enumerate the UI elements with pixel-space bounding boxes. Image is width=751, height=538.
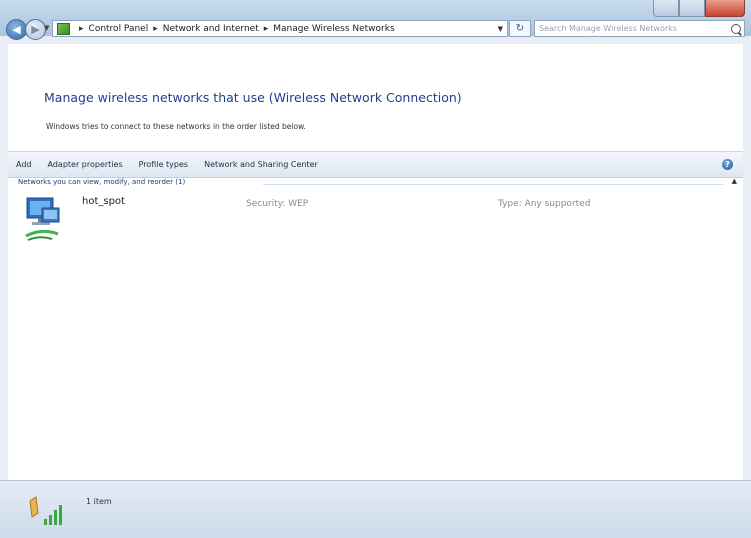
navigation-bar: ◀ ▶ ▼ ▸ Control Panel ▸ Network and Inte… — [0, 18, 751, 40]
page-subtitle: Windows tries to connect to these networ… — [46, 122, 306, 131]
breadcrumb-separator[interactable]: ▸ — [153, 24, 158, 34]
collapse-chevron-icon[interactable]: ▲ — [732, 177, 737, 185]
network-name: hot_spot — [82, 196, 125, 207]
window-controls — [653, 0, 745, 17]
group-label: Networks you can view, modify, and reord… — [18, 178, 186, 186]
wireless-signal-icon — [29, 496, 62, 525]
breadcrumb-control-panel[interactable]: Control Panel — [89, 24, 149, 34]
network-type: Type: Any supported — [498, 199, 591, 209]
address-bar[interactable]: ▸ Control Panel ▸ Network and Internet ▸… — [52, 20, 508, 37]
breadcrumb-separator[interactable]: ▸ — [264, 24, 269, 34]
control-panel-icon — [57, 22, 70, 35]
breadcrumb-manage-wireless-networks[interactable]: Manage Wireless Networks — [273, 24, 394, 34]
search-icon[interactable] — [731, 23, 741, 34]
search-box[interactable] — [534, 20, 745, 37]
forward-button[interactable]: ▶ — [25, 19, 46, 40]
recent-pages-dropdown[interactable]: ▼ — [44, 24, 49, 32]
group-header[interactable]: Networks you can view, modify, and reord… — [8, 177, 743, 190]
profile-types-button[interactable]: Profile types — [131, 160, 196, 169]
content-pane: Manage wireless networks that use (Wirel… — [8, 44, 743, 524]
back-button[interactable]: ◀ — [6, 19, 27, 40]
adapter-properties-button[interactable]: Adapter properties — [40, 160, 131, 169]
minimize-button[interactable] — [653, 0, 679, 17]
help-icon[interactable]: ? — [722, 159, 733, 170]
search-input[interactable] — [535, 23, 721, 34]
maximize-button[interactable] — [679, 0, 705, 17]
refresh-button[interactable]: ↻ — [509, 20, 531, 37]
list-item[interactable]: hot_spot Security: WEP Type: Any support… — [8, 192, 743, 248]
page-title: Manage wireless networks that use (Wirel… — [44, 90, 462, 105]
breadcrumb-network-and-internet[interactable]: Network and Internet — [163, 24, 259, 34]
group-divider — [263, 184, 723, 185]
wireless-network-icon — [25, 197, 60, 241]
address-dropdown[interactable]: ▼ — [494, 25, 507, 33]
details-pane: 1 item — [0, 480, 751, 538]
add-button[interactable]: Add — [8, 160, 40, 169]
header-area: Manage wireless networks that use (Wirel… — [8, 44, 743, 146]
network-security: Security: WEP — [246, 199, 309, 209]
command-bar: Add Adapter properties Profile types Net… — [8, 151, 743, 178]
network-sharing-center-button[interactable]: Network and Sharing Center — [196, 160, 326, 169]
item-count: 1 item — [86, 497, 112, 506]
breadcrumb-separator[interactable]: ▸ — [79, 24, 84, 34]
close-button[interactable] — [705, 0, 745, 17]
